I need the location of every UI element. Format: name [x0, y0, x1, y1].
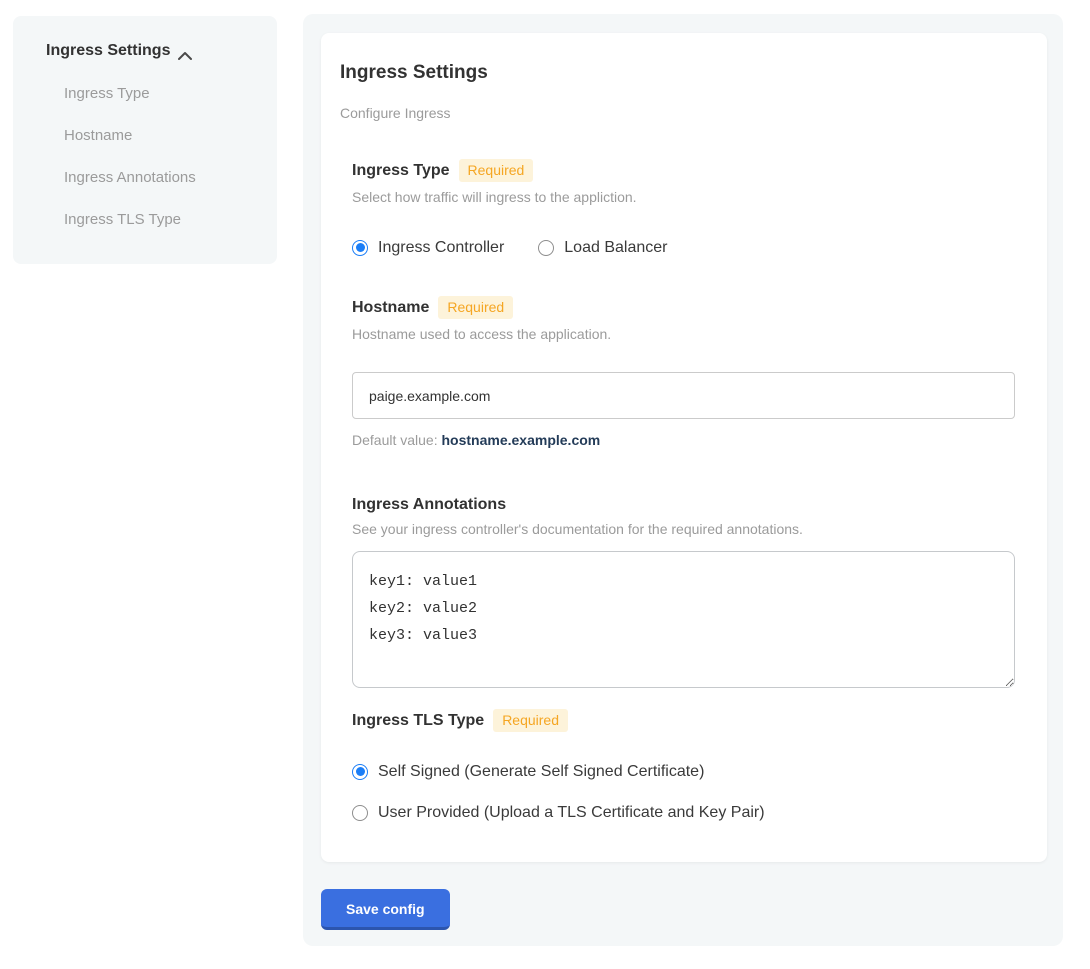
- sidebar-item-ingress-type[interactable]: Ingress Type: [64, 85, 257, 103]
- annotations-label: Ingress Annotations: [352, 495, 506, 514]
- radio-option-load-balancer[interactable]: Load Balancer: [538, 237, 667, 258]
- tls-type-label: Ingress TLS Type: [352, 711, 484, 730]
- sidebar-group-title: Ingress Settings: [46, 42, 170, 60]
- sidebar-item-ingress-tls-type[interactable]: Ingress TLS Type: [64, 211, 257, 229]
- radio-label: Ingress Controller: [378, 237, 504, 258]
- section-ingress-tls-type: Ingress TLS Type Required Self Signed (G…: [352, 709, 1015, 823]
- annotations-label-row: Ingress Annotations: [352, 495, 1015, 514]
- tls-type-label-row: Ingress TLS Type Required: [352, 709, 1015, 732]
- hostname-label: Hostname: [352, 298, 429, 317]
- radio-selected-icon[interactable]: [352, 764, 368, 780]
- radio-option-user-provided[interactable]: User Provided (Upload a TLS Certificate …: [352, 802, 1015, 823]
- save-config-button[interactable]: Save config: [321, 889, 450, 930]
- sidebar-item-ingress-annotations[interactable]: Ingress Annotations: [64, 169, 257, 187]
- config-sidebar: Ingress Settings Ingress Type Hostname I…: [13, 16, 277, 264]
- ingress-type-label-row: Ingress Type Required: [352, 159, 1015, 182]
- config-card: Ingress Settings Configure Ingress Ingre…: [321, 33, 1047, 862]
- radio-option-ingress-controller[interactable]: Ingress Controller: [352, 237, 504, 258]
- radio-unselected-icon[interactable]: [538, 240, 554, 256]
- default-value-text: hostname.example.com: [442, 432, 601, 448]
- annotations-description: See your ingress controller's documentat…: [352, 521, 1015, 538]
- tls-type-options: Self Signed (Generate Self Signed Certif…: [352, 761, 1015, 823]
- section-ingress-annotations: Ingress Annotations See your ingress con…: [352, 495, 1015, 688]
- form-sections: Ingress Type Required Select how traffic…: [352, 159, 1015, 823]
- radio-label: User Provided (Upload a TLS Certificate …: [378, 802, 765, 823]
- radio-unselected-icon[interactable]: [352, 805, 368, 821]
- required-badge: Required: [493, 709, 568, 732]
- page-title: Ingress Settings: [340, 61, 1015, 84]
- sidebar-item-list: Ingress Type Hostname Ingress Annotation…: [46, 85, 257, 229]
- radio-selected-icon[interactable]: [352, 240, 368, 256]
- hostname-description: Hostname used to access the application.: [352, 326, 1015, 343]
- radio-label: Load Balancer: [564, 237, 667, 258]
- annotations-textarea[interactable]: key1: value1 key2: value2 key3: value3: [352, 551, 1015, 688]
- required-badge: Required: [459, 159, 534, 182]
- chevron-up-icon: [178, 47, 192, 56]
- ingress-type-label: Ingress Type: [352, 161, 450, 180]
- section-ingress-type: Ingress Type Required Select how traffic…: [352, 159, 1015, 258]
- default-value-label: Default value:: [352, 432, 438, 448]
- required-badge: Required: [438, 296, 513, 319]
- ingress-type-options: Ingress Controller Load Balancer: [352, 237, 1015, 258]
- hostname-label-row: Hostname Required: [352, 296, 1015, 319]
- radio-label: Self Signed (Generate Self Signed Certif…: [378, 761, 704, 782]
- section-hostname: Hostname Required Hostname used to acces…: [352, 296, 1015, 448]
- sidebar-item-hostname[interactable]: Hostname: [64, 127, 257, 145]
- config-panel: Ingress Settings Configure Ingress Ingre…: [303, 14, 1063, 946]
- page-subtitle: Configure Ingress: [340, 105, 1015, 121]
- sidebar-group-ingress-settings[interactable]: Ingress Settings: [46, 42, 257, 60]
- hostname-input[interactable]: [352, 372, 1015, 419]
- radio-option-self-signed[interactable]: Self Signed (Generate Self Signed Certif…: [352, 761, 1015, 782]
- hostname-default-line: Default value: hostname.example.com: [352, 432, 1015, 448]
- ingress-type-description: Select how traffic will ingress to the a…: [352, 189, 1015, 206]
